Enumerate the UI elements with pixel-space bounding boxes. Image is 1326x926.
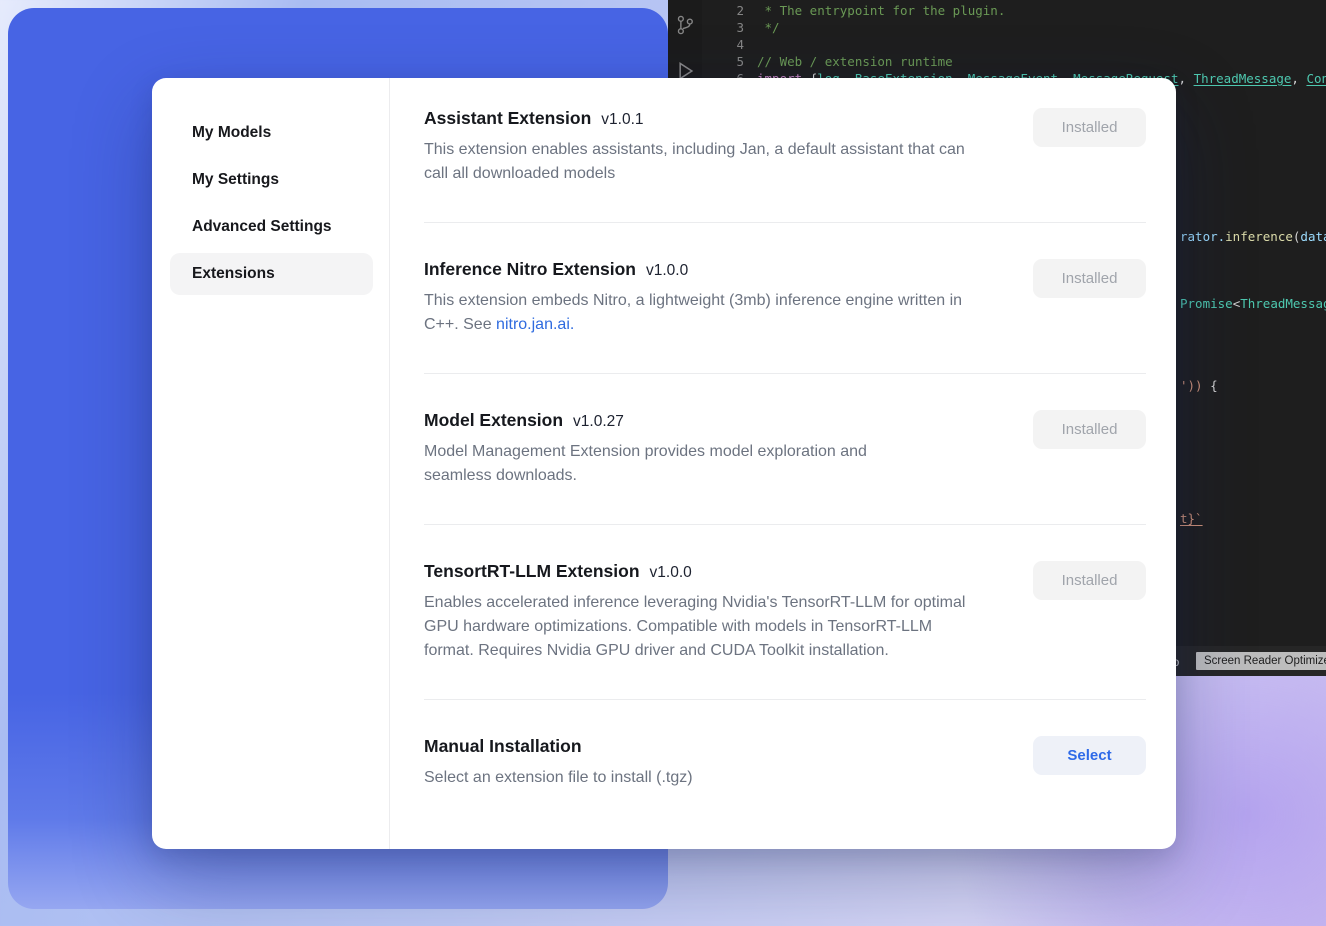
extension-row-tensorrt: TensortRT-LLM Extension v1.0.0 Enables ac… (424, 525, 1146, 700)
extension-info: Inference Nitro Extension v1.0.0 This ext… (424, 259, 969, 337)
code-token: // Web / extension runtime (757, 54, 953, 69)
code-token: t}` (1180, 511, 1203, 526)
code-token: data (1300, 229, 1326, 244)
source-control-icon[interactable] (674, 12, 696, 43)
installed-button[interactable]: Installed (1033, 108, 1146, 147)
extension-heading: Assistant Extension v1.0.1 (424, 108, 969, 129)
manual-installation-heading: Manual Installation (424, 736, 693, 757)
code-fragment: t}` (1180, 511, 1203, 526)
extension-info: Manual Installation Select an extension … (424, 736, 693, 790)
code-token: * The entrypoint for the plugin. (757, 3, 1005, 18)
extension-heading: TensortRT-LLM Extension v1.0.0 (424, 561, 969, 582)
extension-version: v1.0.27 (573, 413, 624, 430)
extension-description: Enables accelerated inference leveraging… (424, 591, 969, 663)
manual-installation-row: Manual Installation Select an extension … (424, 700, 1146, 826)
line-number: 2 (702, 2, 744, 19)
code-token: Promise (1180, 296, 1233, 311)
extension-version: v1.0.0 (650, 564, 692, 581)
settings-modal: My Models My Settings Advanced Settings … (152, 78, 1176, 849)
sidebar-item-advanced-settings[interactable]: Advanced Settings (170, 206, 373, 248)
extension-description: Model Management Extension provides mode… (424, 440, 884, 488)
extension-version: v1.0.1 (601, 111, 643, 128)
extension-description: This extension embeds Nitro, a lightweig… (424, 289, 969, 337)
code-lines: 2 * The entrypoint for the plugin.3 */4 … (702, 2, 1326, 87)
sidebar-item-extensions[interactable]: Extensions (170, 253, 373, 295)
installed-button[interactable]: Installed (1033, 410, 1146, 449)
line-number: 4 (702, 36, 744, 53)
manual-installation-title: Manual Installation (424, 736, 582, 756)
line-number: 5 (702, 53, 744, 70)
installed-button[interactable]: Installed (1033, 259, 1146, 298)
manual-installation-description: Select an extension file to install (.tg… (424, 766, 693, 790)
code-token: , (1179, 71, 1194, 86)
sidebar-item-my-models[interactable]: My Models (170, 112, 373, 154)
code-token: */ (757, 20, 780, 35)
extension-name: Assistant Extension (424, 108, 591, 128)
extension-info: Model Extension v1.0.27 Model Management … (424, 410, 884, 488)
code-fragment: Promise<ThreadMessage> (1180, 296, 1326, 311)
code-line: 5 // Web / extension runtime (702, 53, 1326, 70)
settings-sidebar: My Models My Settings Advanced Settings … (152, 78, 390, 849)
code-token: ')) (1180, 378, 1203, 393)
code-token: ThreadMessage (1240, 296, 1326, 311)
select-file-button[interactable]: Select (1033, 736, 1146, 775)
extension-info: Assistant Extension v1.0.1 This extension… (424, 108, 969, 186)
extension-row-model: Model Extension v1.0.27 Model Management … (424, 374, 1146, 525)
extension-row-nitro: Inference Nitro Extension v1.0.0 This ext… (424, 223, 1146, 374)
extension-name: Model Extension (424, 410, 563, 430)
line-number: 3 (702, 19, 744, 36)
extension-name: Inference Nitro Extension (424, 259, 636, 279)
code-token: ContentType (1306, 71, 1326, 86)
code-token: inference (1225, 229, 1293, 244)
code-line: 2 * The entrypoint for the plugin. (702, 2, 1326, 19)
extension-heading: Model Extension v1.0.27 (424, 410, 884, 431)
extension-description: This extension enables assistants, inclu… (424, 138, 969, 186)
code-token: rator. (1180, 229, 1225, 244)
nitro-jan-ai-link[interactable]: nitro.jan.ai. (496, 316, 574, 333)
extension-version: v1.0.0 (646, 262, 688, 279)
extensions-panel: Assistant Extension v1.0.1 This extension… (390, 78, 1176, 849)
installed-button[interactable]: Installed (1033, 561, 1146, 600)
sidebar-item-my-settings[interactable]: My Settings (170, 159, 373, 201)
extension-info: TensortRT-LLM Extension v1.0.0 Enables ac… (424, 561, 969, 663)
extension-row-assistant: Assistant Extension v1.0.1 This extension… (424, 94, 1146, 223)
code-token: { (1203, 378, 1218, 393)
screen-reader-chip[interactable]: Screen Reader Optimized (1196, 652, 1326, 670)
code-token: ThreadMessage (1194, 71, 1292, 86)
code-line: 3 */ (702, 19, 1326, 36)
code-token: , (1291, 71, 1306, 86)
extension-heading: Inference Nitro Extension v1.0.0 (424, 259, 969, 280)
code-line: 4 (702, 36, 1326, 53)
code-fragment: ')) { (1180, 378, 1218, 393)
code-fragment: rator.inference(data)); (1180, 229, 1326, 244)
extension-name: TensortRT-LLM Extension (424, 561, 640, 581)
